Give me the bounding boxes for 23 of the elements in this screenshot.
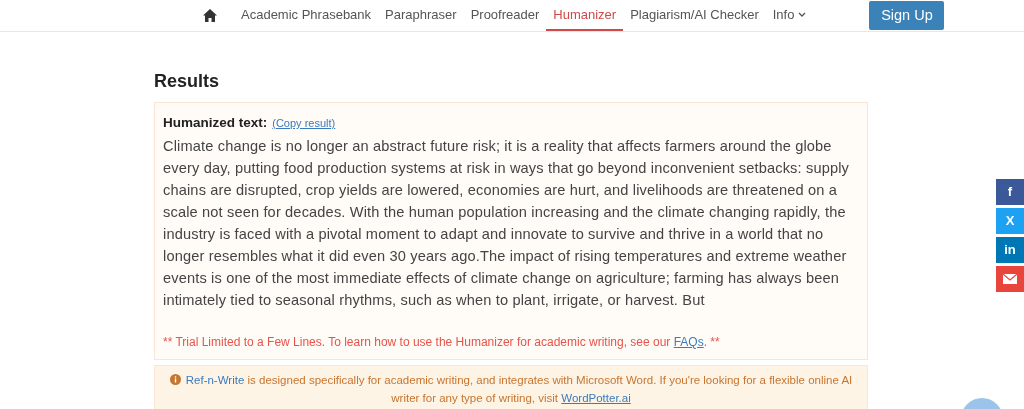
info-icon [169,374,181,386]
nav-link[interactable]: Info [765,0,814,31]
notice-text: Ref-n-Write is designed specifically for academic writing, and integrates with Microsoft Word. If you're looking for a flexible online AI writer for any type of writing, visit WordPotter.ai [185,374,853,405]
x-share-button[interactable]: X [996,208,1024,234]
nav-link[interactable]: Humanizer [546,0,624,31]
nav-link[interactable]: Paraphraser [378,0,464,31]
linkedin-share-button[interactable]: in [996,237,1024,263]
envelope-icon [1003,274,1017,284]
trial-notice: ** Trial Limited to a Few Lines. To learn how to use the Humanizer for academic writing, see our FAQs. ** [163,334,721,352]
result-label: Humanized text: [163,114,268,132]
email-share-button[interactable] [996,266,1024,292]
nav-link[interactable]: Proofreader [463,0,547,31]
sign-up-button[interactable]: Sign Up [869,1,945,30]
nav-link[interactable]: Plagiarism/AI Checker [623,0,766,31]
home-icon[interactable] [203,9,217,22]
nav-link[interactable]: Academic Phrasebank [234,0,379,31]
faqs-link[interactable]: FAQs [673,335,704,350]
copy-result-link[interactable]: (Copy result) [272,115,336,132]
ref-n-write-link[interactable]: Ref-n-Write [185,374,245,387]
results-heading: Results [154,70,221,92]
humanized-text: Climate change is no longer an abstract future risk; it is a reality that affects farmers around the globe every day, putting food production systems at risk in ways that go beyond inconvenient setbacks: supply chains are disrupted, crop yields are lowered, economies are hurt, and livelihoods are threatened on a scale not seen for decades. With the human population increasing and the climate changing rapidly, the industry is faced with a pivotal moment to adapt and innovate to survive and thrive in a world that no longer resembles what it did even 30 years ago.The impact of rising temperatures and extreme weather events is one of the most immediate effects of climate change on agriculture; farming has always been intimately tied to seasonal rhythms, such as when to plant, irrigate, or harvest. But [163,137,851,311]
wordpotter-link[interactable]: WordPotter.ai [561,392,631,405]
facebook-share-button[interactable]: f [996,179,1024,205]
